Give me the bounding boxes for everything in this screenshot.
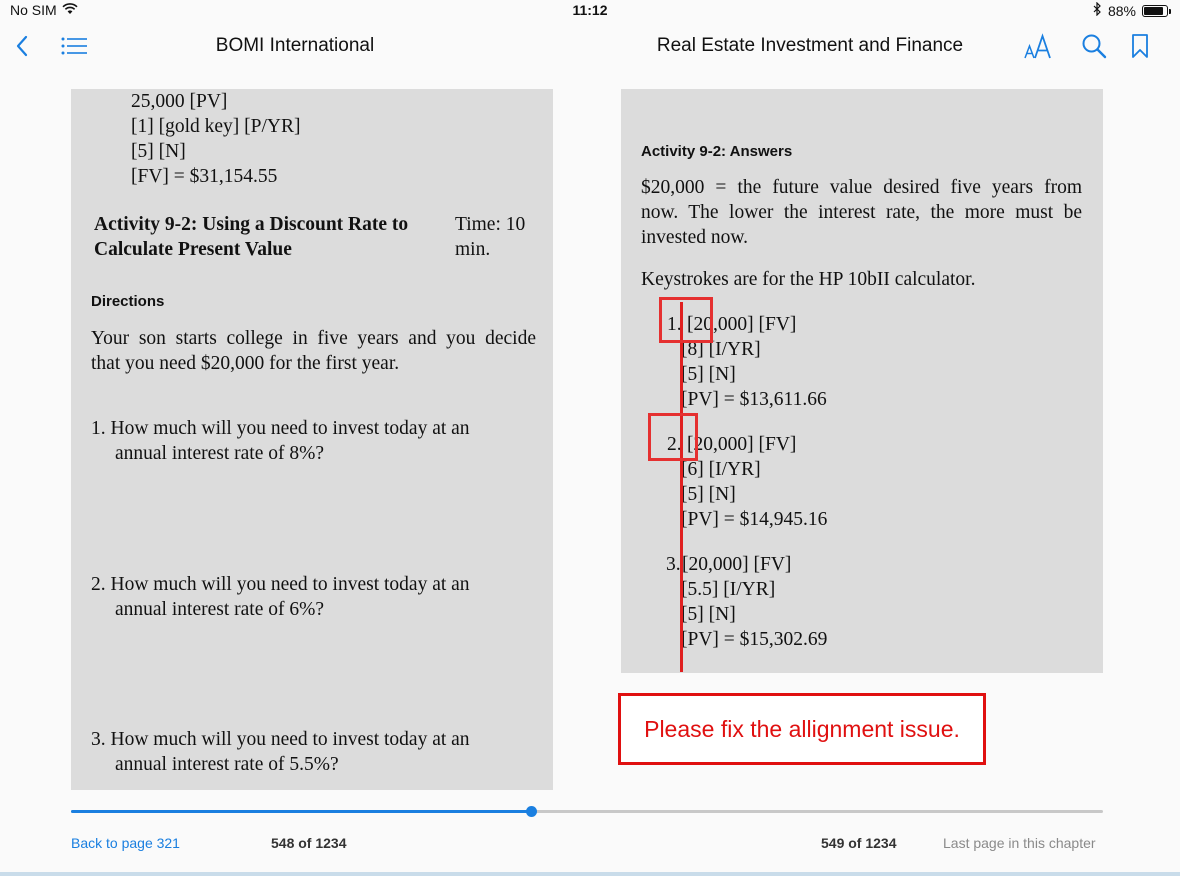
book-publisher-title: BOMI International bbox=[215, 35, 375, 56]
table-of-contents-icon[interactable] bbox=[60, 34, 88, 58]
chapter-note: Last page in this chapter bbox=[943, 835, 1096, 851]
question-3: 3. How much will you need to invest toda… bbox=[91, 729, 470, 775]
keystroke-line: 25,000 [PV] bbox=[131, 91, 228, 112]
left-page: 25,000 [PV] [1] [gold key] [P/YR] [5] [N… bbox=[71, 89, 553, 790]
review-comment: Please fix the allignment issue. bbox=[618, 693, 986, 765]
question-2: 2. How much will you need to invest toda… bbox=[91, 574, 470, 620]
alignment-highlight-box bbox=[648, 413, 698, 461]
answer-1-line: [PV] = $13,611.66 bbox=[681, 389, 827, 410]
answer-2-line: [PV] = $14,945.16 bbox=[681, 509, 828, 530]
back-chevron-icon[interactable] bbox=[12, 32, 32, 60]
answer-2-line: [5] [N] bbox=[681, 484, 736, 505]
status-bar: No SIM 11:12 88% bbox=[0, 0, 1180, 22]
progress-thumb[interactable] bbox=[526, 806, 537, 817]
keystroke-line: [1] [gold key] [P/YR] bbox=[131, 116, 301, 137]
progress-fill bbox=[71, 810, 531, 813]
battery-percent: 88% bbox=[1107, 2, 1136, 19]
question-1: 1. How much will you need to invest toda… bbox=[91, 418, 470, 464]
answer-3-number: 3. bbox=[666, 554, 681, 575]
keystroke-line: [FV] = $31,154.55 bbox=[131, 166, 278, 187]
font-size-icon[interactable] bbox=[1022, 30, 1054, 62]
answer-1-line: [5] [N] bbox=[681, 364, 736, 385]
book-title: Real Estate Investment and Finance bbox=[656, 35, 964, 56]
answers-intro: $20,000 = the future value desired five … bbox=[641, 177, 1082, 248]
right-page: Activity 9-2: Answers $20,000 = the futu… bbox=[621, 89, 1103, 673]
answer-3-line: [5.5] [I/YR] bbox=[681, 579, 776, 600]
activity-title: Activity 9-2: Using a Discount Rate to C… bbox=[94, 214, 409, 260]
battery-icon bbox=[1142, 4, 1171, 17]
activity-time: Time: 10 min. bbox=[455, 214, 526, 260]
keystroke-line: [5] [N] bbox=[131, 141, 186, 162]
bottom-edge bbox=[0, 872, 1180, 876]
answer-2-line: [20,000] [FV] bbox=[687, 434, 797, 455]
search-icon[interactable] bbox=[1080, 32, 1108, 60]
page-progress-slider[interactable] bbox=[71, 810, 1103, 813]
back-to-page-link[interactable]: Back to page 321 bbox=[71, 835, 180, 851]
right-page-number: 549 of 1234 bbox=[821, 835, 897, 851]
answer-3-line: [20,000] [FV] bbox=[682, 554, 792, 575]
clock: 11:12 bbox=[572, 2, 608, 18]
answer-3-line: [5] [N] bbox=[681, 604, 736, 625]
bookmark-icon[interactable] bbox=[1130, 32, 1150, 60]
left-page-number: 548 of 1234 bbox=[271, 835, 347, 851]
answers-heading: Activity 9-2: Answers bbox=[641, 143, 793, 160]
directions-text: Your son starts college in five years an… bbox=[91, 328, 536, 374]
alignment-highlight-box bbox=[659, 297, 713, 343]
directions-heading: Directions bbox=[91, 293, 165, 310]
answer-3-line: [PV] = $15,302.69 bbox=[681, 629, 828, 650]
alignment-marker-line bbox=[680, 302, 683, 672]
keystroke-block: 25,000 [PV] [1] [gold key] [P/YR] [5] [N… bbox=[131, 89, 301, 189]
keystroke-note: Keystrokes are for the HP 10bII calculat… bbox=[641, 269, 976, 290]
bluetooth-icon bbox=[1093, 1, 1102, 19]
